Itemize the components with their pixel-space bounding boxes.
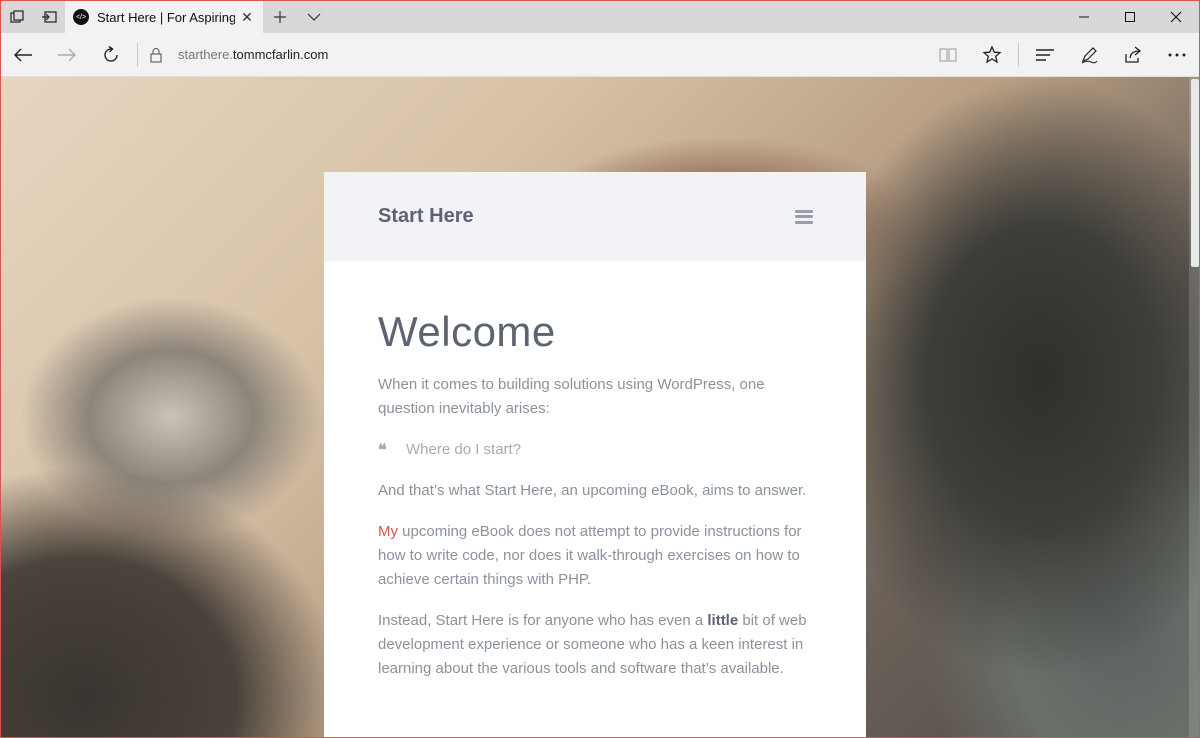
url-domain: tommcfarlin.com [232, 47, 329, 62]
hamburger-menu-icon[interactable] [795, 209, 813, 224]
paragraph-3-before: Instead, Start Here is for anyone who ha… [378, 612, 708, 629]
intro-paragraph: When it comes to building solutions usin… [378, 376, 765, 417]
paragraph-3-bold: little [707, 612, 739, 629]
close-window-icon[interactable] [1153, 1, 1199, 33]
url-field[interactable]: starthere.tommcfarlin.com [178, 47, 328, 62]
scrollbar-thumb[interactable] [1191, 79, 1199, 267]
site-title[interactable]: Start Here [378, 205, 474, 228]
quote-icon: ❝ [378, 440, 387, 459]
window-controls [1061, 1, 1199, 33]
highlight-link[interactable]: My [378, 523, 398, 540]
tab-close-icon[interactable]: ✕ [235, 9, 259, 26]
page-heading: Welcome [378, 308, 556, 355]
favorite-star-icon[interactable] [970, 33, 1014, 77]
site-header: Start Here [324, 172, 866, 261]
divider [1018, 42, 1019, 67]
quote-text: Where do I start? [406, 441, 522, 458]
content-card: Start Here Welcome When it comes to buil… [324, 172, 866, 737]
favicon-icon: </> [73, 9, 89, 25]
lock-icon[interactable] [144, 47, 168, 63]
back-arrow-icon[interactable] [1, 33, 45, 77]
tab-active[interactable]: </> Start Here | For Aspiring ✕ [65, 1, 263, 33]
reading-view-icon[interactable] [926, 33, 970, 77]
minimize-icon[interactable] [1061, 1, 1107, 33]
url-subdomain: starthere. [178, 47, 233, 62]
refresh-icon[interactable] [89, 33, 133, 77]
address-bar-row: starthere.tommcfarlin.com [1, 33, 1199, 77]
maximize-icon[interactable] [1107, 1, 1153, 33]
more-options-icon[interactable] [1155, 33, 1199, 77]
web-note-pen-icon[interactable] [1067, 33, 1111, 77]
browser-window: </> Start Here | For Aspiring ✕ starther… [0, 0, 1200, 738]
paragraph-2-text: upcoming eBook does not attempt to provi… [378, 523, 802, 588]
tab-preview-icon[interactable] [1, 1, 33, 33]
share-icon[interactable] [1111, 33, 1155, 77]
paragraph-2: My upcoming eBook does not attempt to pr… [378, 520, 812, 592]
set-aside-tabs-icon[interactable] [33, 1, 65, 33]
article-body: Welcome When it comes to building soluti… [324, 261, 866, 681]
toolbar-right [926, 33, 1199, 77]
divider [137, 42, 138, 67]
hub-icon[interactable] [1023, 33, 1067, 77]
new-tab-icon[interactable] [263, 1, 297, 33]
tab-strip: </> Start Here | For Aspiring ✕ [1, 1, 1199, 33]
chevron-down-icon[interactable] [297, 1, 331, 33]
page-viewport: Start Here Welcome When it comes to buil… [1, 77, 1199, 737]
blockquote: ❝ Where do I start? [378, 438, 812, 462]
forward-arrow-icon[interactable] [45, 33, 89, 77]
tab-title: Start Here | For Aspiring [97, 9, 235, 25]
scrollbar[interactable] [1189, 77, 1199, 737]
paragraph-3: Instead, Start Here is for anyone who ha… [378, 609, 812, 681]
paragraph-1: And that’s what Start Here, an upcoming … [378, 482, 807, 499]
